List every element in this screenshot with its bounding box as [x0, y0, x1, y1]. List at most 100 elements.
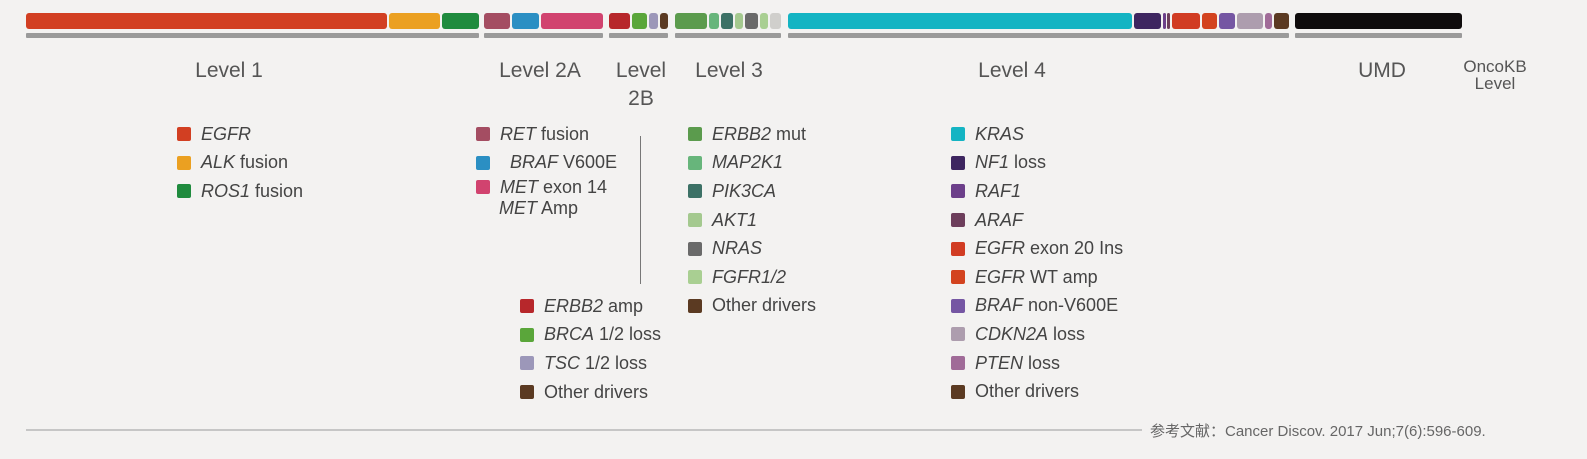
legend-item: TSC 1/2 loss: [520, 349, 661, 378]
swatch-akt1: [688, 213, 702, 228]
bar-other-4: [1274, 13, 1289, 29]
legend-item: ERBB2 mut: [688, 120, 816, 149]
legend-item: AKT1: [688, 206, 816, 235]
legend-level2a: RET fusion BRAF V600E MET exon 14 MET Am…: [476, 120, 617, 219]
legend-item: MET exon 14: [476, 177, 617, 197]
legend-item: Other drivers: [688, 292, 816, 321]
bar-kras: [788, 13, 1132, 29]
gene-name: AKT1: [712, 209, 758, 230]
bar-erbb2-mut: [675, 13, 707, 29]
swatch-fgfr: [688, 270, 702, 285]
swatch-ret: [476, 127, 490, 142]
legend-item: ROS1 fusion: [177, 177, 303, 206]
swatch-egfr: [177, 127, 191, 142]
swatch-met: [476, 180, 490, 195]
bar-braf-v600e: [512, 13, 539, 29]
swatch-other-drivers: [520, 385, 534, 400]
gene-name: ALK: [201, 152, 236, 173]
gene-name: MAP2K1: [712, 152, 784, 173]
swatch-raf1: [951, 184, 965, 199]
legend-item: EGFR: [177, 120, 303, 149]
bar-braf-non: [1219, 13, 1235, 29]
bar-egfr-ex20: [1172, 13, 1200, 29]
legend-item: Other drivers: [520, 378, 661, 407]
swatch-egfr-ex20: [951, 241, 965, 256]
legend-item: ERBB2 amp: [520, 292, 661, 321]
gene-suffix: loss: [1009, 152, 1047, 173]
gene-suffix: mut: [771, 123, 807, 144]
bar-erbb2-amp: [609, 13, 630, 29]
gene-name: PIK3CA: [712, 180, 777, 201]
reference-citation: 参考文献：Cancer Discov. 2017 Jun;7(6):596-60…: [1150, 423, 1486, 440]
gene-name: CDKN2A: [975, 323, 1049, 344]
bar-akt1: [735, 13, 743, 29]
bar-nras: [745, 13, 758, 29]
legend-level2b: ERBB2 amp BRCA 1/2 loss TSC 1/2 loss Oth…: [520, 292, 661, 406]
legend-item: CDKN2A loss: [951, 320, 1123, 349]
footer-divider: [26, 429, 1142, 431]
gene-suffix: 1/2 loss: [580, 352, 648, 373]
bar-met: [541, 13, 603, 29]
swatch-ros1: [177, 184, 191, 199]
umd-title: UMD: [1358, 59, 1406, 82]
swatch-tsc: [520, 356, 534, 371]
gene-suffix: exon 20 Ins: [1025, 238, 1124, 259]
gene-suffix: Other drivers: [975, 381, 1080, 402]
gene-name: RET: [500, 123, 536, 144]
gene-suffix: amp: [603, 295, 644, 316]
bar-other-2b: [660, 13, 668, 29]
bar-ros1: [442, 13, 479, 29]
bar-brca: [632, 13, 647, 29]
bar-umd: [1295, 13, 1462, 29]
legend-item: BRAF non-V600E: [951, 292, 1123, 321]
legend-level1: EGFR ALK fusion ROS1 fusion: [177, 120, 303, 206]
legend-item: PIK3CA: [688, 177, 816, 206]
legend-item: EGFR WT amp: [951, 263, 1123, 292]
bar-fgfr: [760, 13, 768, 29]
swatch-erbb2-amp: [520, 299, 534, 314]
gene-suffix: Amp: [537, 197, 579, 218]
gene-name: FGFR1/2: [712, 266, 787, 287]
level2b-title-line2: 2B: [628, 87, 654, 110]
gene-suffix: Other drivers: [544, 381, 649, 402]
gene-name: PTEN: [975, 352, 1024, 373]
bracket-level4: [788, 33, 1289, 38]
gene-name: KRAS: [975, 123, 1025, 144]
gene-name: BRAF: [975, 295, 1024, 316]
level3-title: Level 3: [695, 59, 763, 82]
bar-pik3ca: [721, 13, 733, 29]
bar-araf: [1167, 13, 1170, 29]
swatch-erbb2-mut: [688, 127, 702, 142]
swatch-egfr-wt: [951, 270, 965, 285]
gene-suffix: Other drivers: [712, 295, 817, 316]
legend-item: Other drivers: [951, 377, 1123, 406]
gene-name: EGFR: [201, 123, 252, 144]
gene-name: ERBB2: [544, 295, 604, 316]
legend-item: RAF1: [951, 177, 1123, 206]
gene-name: NRAS: [712, 238, 763, 259]
bar-ret: [484, 13, 510, 29]
legend-item: PTEN loss: [951, 349, 1123, 378]
legend-item: MAP2K1: [688, 149, 816, 178]
gene-suffix: exon 14: [538, 176, 608, 197]
swatch-map2k1: [688, 155, 702, 170]
swatch-cdkn2a: [951, 327, 965, 342]
legend-item: ALK fusion: [177, 149, 303, 178]
level4-title: Level 4: [978, 59, 1046, 82]
bar-egfr-wt: [1202, 13, 1217, 29]
swatch-pten: [951, 356, 965, 371]
bar-egfr: [26, 13, 387, 29]
bar-nf1: [1134, 13, 1161, 29]
bar-map2k1: [709, 13, 719, 29]
bar-cdkn2a: [1237, 13, 1263, 29]
swatch-braf-non: [951, 298, 965, 313]
swatch-other-drivers: [688, 298, 702, 313]
gene-name: ARAF: [975, 209, 1024, 230]
swatch-nras: [688, 241, 702, 256]
gene-name: BRAF: [510, 152, 559, 173]
bracket-umd: [1295, 33, 1462, 38]
legend-item: RET fusion: [476, 120, 617, 149]
legend-item: MET Amp: [476, 197, 617, 219]
bracket-level2a: [484, 33, 603, 38]
bar-raf1: [1163, 13, 1166, 29]
